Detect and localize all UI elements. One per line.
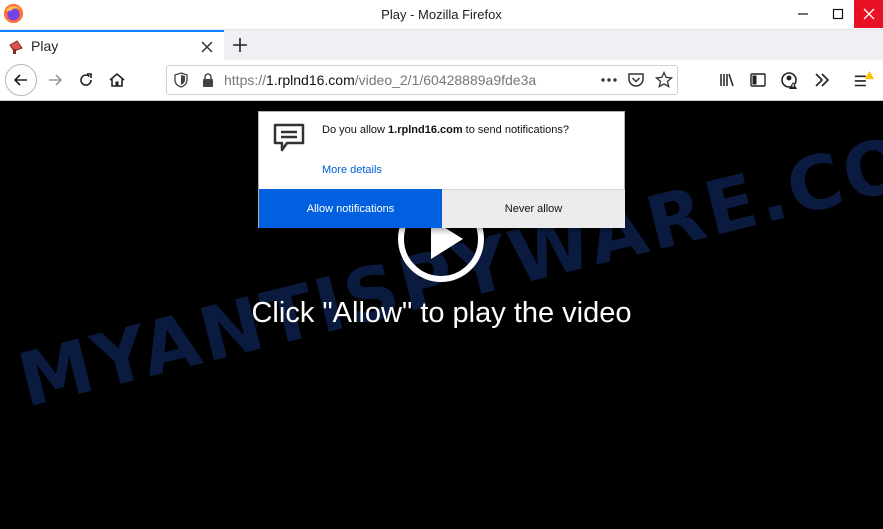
- popup-message: Do you allow 1.rplnd16.com to send notif…: [322, 124, 569, 136]
- popup-message-domain: 1.rplnd16.com: [388, 124, 463, 136]
- account-button[interactable]: [779, 70, 801, 90]
- minimize-icon: [797, 13, 808, 15]
- hamburger-warning-icon: [854, 70, 875, 87]
- url-path: /video_2/1/60428889a9fde3a: [354, 72, 537, 88]
- more-details-link[interactable]: More details: [322, 164, 382, 176]
- tracking-shield-icon[interactable]: [173, 72, 189, 88]
- title-bar: Play - Mozilla Firefox: [0, 0, 883, 29]
- page-actions-dots-icon[interactable]: [599, 71, 619, 89]
- home-button[interactable]: [102, 65, 132, 95]
- reload-icon: [80, 73, 92, 86]
- maximize-icon: [832, 8, 843, 20]
- window-title: Play - Mozilla Firefox: [381, 7, 502, 22]
- home-icon: [109, 72, 125, 87]
- library-button[interactable]: [716, 70, 738, 90]
- sidebar-icon: [750, 73, 766, 87]
- lock-icon[interactable]: [200, 72, 216, 88]
- account-warning-icon: [781, 72, 797, 89]
- chat-bubble-icon: [273, 123, 305, 152]
- close-icon: [863, 8, 874, 20]
- notification-permission-popup: Do you allow 1.rplnd16.com to send notif…: [258, 111, 625, 228]
- maximize-button[interactable]: [820, 0, 855, 28]
- tab-play[interactable]: Play: [0, 30, 224, 61]
- popup-message-prefix: Do you allow: [322, 124, 389, 136]
- url-fade: [564, 72, 594, 88]
- reload-button[interactable]: [71, 65, 101, 95]
- chevron-double-right-icon: [815, 73, 830, 87]
- close-window-button[interactable]: [854, 0, 883, 28]
- url-domain: 1.rplnd16.com: [266, 72, 355, 88]
- forward-button[interactable]: [40, 65, 70, 95]
- library-icon: [720, 73, 734, 87]
- tab-strip: Play: [0, 29, 883, 61]
- popup-message-suffix: to send notifications?: [462, 124, 570, 136]
- app-menu-button[interactable]: [853, 70, 875, 90]
- url-text[interactable]: https://1.rplnd16.com/video_2/1/60428889…: [224, 72, 594, 88]
- arrow-left-icon: [13, 74, 27, 86]
- cta-text: Click "Allow" to play the video: [251, 297, 632, 329]
- overflow-menu-button[interactable]: [811, 70, 833, 90]
- minimize-button[interactable]: [785, 0, 820, 28]
- arrow-right-icon: [49, 74, 63, 86]
- back-button[interactable]: [5, 64, 37, 96]
- new-tab-plus-icon[interactable]: [229, 34, 251, 56]
- tab-label: Play: [31, 38, 59, 54]
- navigation-toolbar: https://1.rplnd16.com/video_2/1/60428889…: [0, 60, 883, 101]
- url-scheme: https://: [224, 72, 267, 88]
- allow-notifications-button[interactable]: Allow notifications: [259, 189, 442, 228]
- bookmark-star-icon[interactable]: [655, 71, 673, 89]
- pocket-icon[interactable]: [627, 72, 645, 88]
- megaphone-icon: [9, 40, 23, 54]
- tab-close-icon[interactable]: [199, 39, 215, 55]
- never-allow-button[interactable]: Never allow: [442, 189, 625, 228]
- url-bar[interactable]: https://1.rplnd16.com/video_2/1/60428889…: [166, 65, 678, 95]
- sidebar-button[interactable]: [747, 70, 769, 90]
